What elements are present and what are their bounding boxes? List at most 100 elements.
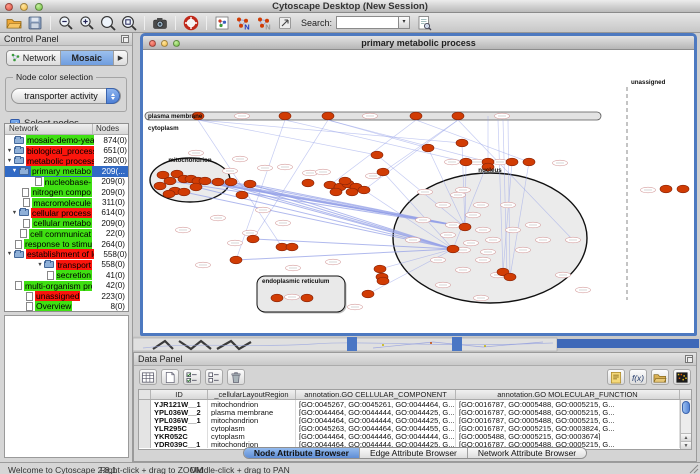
tab-node-attribute-browser[interactable]: Node Attribute Browser — [244, 448, 360, 458]
table-cell[interactable]: plasma membrane — [208, 408, 296, 416]
network-node[interactable] — [330, 188, 342, 196]
table-cell[interactable]: [GO:0016787, GO:0005488, GO:0005215, G..… — [456, 416, 680, 424]
tab-network-attribute-browser[interactable]: Network Attribute Browser — [468, 448, 586, 458]
network-node[interactable] — [225, 178, 237, 186]
table-cell[interactable]: mitochondrion — [208, 400, 296, 408]
zoom-out-icon[interactable] — [58, 15, 74, 31]
table-cell[interactable]: cytoplasm — [208, 432, 296, 440]
select-attributes-icon[interactable] — [183, 369, 201, 385]
tab-edge-attribute-browser[interactable]: Edge Attribute Browser — [360, 448, 468, 458]
tab-network[interactable]: Network — [7, 51, 61, 65]
tree-row[interactable]: unassigned223(0) — [5, 291, 128, 301]
network-node[interactable] — [447, 245, 459, 253]
network-node[interactable] — [163, 190, 175, 198]
advanced-search-icon[interactable] — [416, 15, 432, 31]
tree-row[interactable]: cell communicat22(0) — [5, 229, 128, 239]
tree-row[interactable]: mosaic-demo-yeast874(0) — [5, 135, 128, 145]
zoom-in-icon[interactable] — [79, 15, 95, 31]
network-node[interactable] — [460, 158, 472, 166]
function-builder-icon[interactable]: f(x) — [629, 369, 647, 385]
float-panel-icon[interactable] — [121, 35, 129, 43]
tree-row[interactable]: macromolecule311(0) — [5, 197, 128, 207]
network-view-window[interactable]: primary metabolic process plasma membran… — [140, 33, 697, 336]
network-node[interactable] — [660, 185, 672, 193]
tree-expander-icon[interactable]: ▼ — [5, 158, 14, 164]
table-cell[interactable]: [GO:0016787, GO:0005488, GO:0005215, G..… — [456, 400, 680, 408]
tree-row[interactable]: secretion41(0) — [5, 270, 128, 280]
network-node[interactable] — [523, 158, 535, 166]
table-cell[interactable]: [GO:0016787, GO:0005215, GO:0003824, G..… — [456, 424, 680, 432]
open-attribute-file-icon[interactable] — [651, 369, 669, 385]
save-icon[interactable] — [27, 15, 43, 31]
table-cell[interactable]: [GO:0044464, GO:0044444, GO:0044425, G..… — [296, 416, 456, 424]
table-cell[interactable]: YPL036W__1 — [151, 416, 208, 424]
table-cell[interactable]: cytoplasm — [208, 424, 296, 432]
table-row[interactable]: YPL036W__1mitochondrion[GO:0044464, GO:0… — [139, 416, 691, 424]
network-node[interactable] — [452, 112, 464, 120]
network-node[interactable] — [236, 191, 248, 199]
column-header[interactable]: annotation.GO MOLECULAR_FUNCTION — [456, 390, 680, 399]
show-node-labels-icon[interactable]: N — [235, 15, 251, 31]
network-node[interactable] — [212, 178, 224, 186]
tree-row[interactable]: ▼primary metabo209(... — [5, 166, 128, 176]
tree-row[interactable]: ▼biological_process651(0) — [5, 145, 128, 155]
help-icon[interactable] — [183, 15, 199, 31]
search-dropdown-button[interactable]: ▾ — [398, 16, 410, 29]
table-cell[interactable]: [GO:0045263, GO:0044464, GO:0044455, G..… — [296, 424, 456, 432]
tree-expander-icon[interactable]: ▼ — [5, 251, 14, 257]
network-node[interactable] — [346, 188, 358, 196]
table-cell[interactable]: YKR052C — [151, 432, 208, 440]
table-row[interactable]: YPL036W__2plasma membrane[GO:0044464, GO… — [139, 408, 691, 416]
tree-row[interactable]: nitrogen compo209(0) — [5, 187, 128, 197]
network-node[interactable] — [504, 273, 516, 281]
unselect-attributes-icon[interactable] — [205, 369, 223, 385]
network-node[interactable] — [190, 183, 202, 191]
tree-expander-icon[interactable]: ▼ — [10, 210, 19, 216]
new-attribute-icon[interactable] — [161, 369, 179, 385]
network-node[interactable] — [377, 277, 389, 285]
camera-icon[interactable] — [152, 15, 168, 31]
table-cell[interactable]: YJR121W__1 — [151, 400, 208, 408]
network-node[interactable] — [374, 265, 386, 273]
search-input[interactable] — [336, 16, 398, 29]
network-node[interactable] — [362, 290, 374, 298]
network-node[interactable] — [302, 179, 314, 187]
network-node[interactable] — [371, 151, 383, 159]
network-canvas[interactable]: plasma membranecytoplasmmitochondrionnuc… — [143, 50, 694, 335]
table-row[interactable]: YKR052Ccytoplasm[GO:0044464, GO:0044446,… — [139, 432, 691, 440]
tree-expander-icon[interactable]: ▼ — [5, 148, 14, 154]
attribute-table-icon[interactable] — [139, 369, 157, 385]
column-header[interactable]: _cellularLayoutRegion — [208, 390, 296, 399]
open-icon[interactable] — [6, 15, 22, 31]
tree-expander-icon[interactable]: ▼ — [10, 168, 19, 174]
delete-attribute-icon[interactable] — [227, 369, 245, 385]
zoom-selected-icon[interactable] — [121, 15, 137, 31]
table-row[interactable]: YLR295Ccytoplasm[GO:0045263, GO:0044464,… — [139, 424, 691, 432]
network-node[interactable] — [164, 177, 176, 185]
table-cell[interactable]: [GO:0016787, GO:0005488, GO:0005215, G..… — [456, 408, 680, 416]
table-cell[interactable]: [GO:0044464, GO:0044444, GO:0044425, G..… — [296, 408, 456, 416]
column-header[interactable]: annotation.GO CELLULAR_COMPONENT — [296, 390, 456, 399]
float-data-panel-icon[interactable] — [685, 355, 693, 363]
import-attributes-icon[interactable] — [607, 369, 625, 385]
network-node[interactable] — [301, 294, 313, 302]
table-cell[interactable]: [GO:0005488, GO:0005215, GO:0003674] — [456, 432, 680, 440]
tree-row[interactable]: cellular metabo209(0) — [5, 218, 128, 228]
network-node[interactable] — [339, 177, 351, 185]
network-node[interactable] — [230, 256, 242, 264]
tree-row[interactable]: nucleobase-209(0) — [5, 177, 128, 187]
table-cell[interactable]: mitochondrion — [208, 416, 296, 424]
network-node[interactable] — [178, 188, 190, 196]
scrollbar-thumb[interactable] — [682, 401, 690, 414]
network-node[interactable] — [422, 144, 434, 152]
network-node[interactable] — [271, 294, 283, 302]
network-overview-icon[interactable] — [214, 15, 230, 31]
network-node[interactable] — [459, 223, 471, 231]
hide-node-labels-icon[interactable]: N — [256, 15, 272, 31]
table-cell[interactable]: YPL036W__2 — [151, 408, 208, 416]
network-node[interactable] — [506, 158, 518, 166]
tree-row[interactable]: ▼transport558(0) — [5, 260, 128, 270]
tree-row[interactable]: response to stimulu264(0) — [5, 239, 128, 249]
network-node[interactable] — [377, 168, 389, 176]
tree-row[interactable]: ▼establishment of lo558(0) — [5, 249, 128, 259]
